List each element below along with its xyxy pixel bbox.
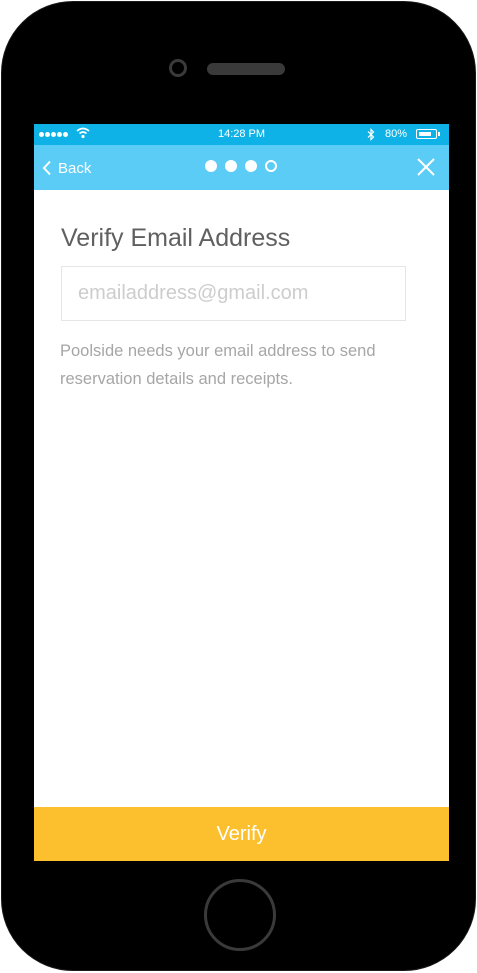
phone-frame: 14:28 PM 80% Back Verify Email Address e… xyxy=(1,1,476,971)
progress-dot-pending xyxy=(265,160,277,172)
chevron-left-icon xyxy=(42,160,51,176)
battery-icon xyxy=(416,129,440,139)
progress-dot-completed xyxy=(225,160,237,172)
step-progress-indicator xyxy=(205,160,277,172)
close-icon[interactable] xyxy=(416,157,436,177)
verify-button[interactable]: Verify xyxy=(34,807,449,861)
front-camera xyxy=(169,59,187,77)
status-bar: 14:28 PM 80% xyxy=(34,124,449,145)
earpiece-speaker xyxy=(207,63,285,75)
navigation-bar: Back xyxy=(34,145,449,190)
progress-dot-completed xyxy=(205,160,217,172)
page-title: Verify Email Address xyxy=(61,224,291,252)
app-screen: 14:28 PM 80% Back Verify Email Address e… xyxy=(34,124,449,861)
helper-text: Poolside needs your email address to sen… xyxy=(60,342,376,388)
email-field[interactable] xyxy=(61,266,406,321)
back-button[interactable]: Back xyxy=(42,157,91,179)
home-button[interactable] xyxy=(204,879,276,951)
back-label: Back xyxy=(58,159,92,177)
bluetooth-icon xyxy=(367,128,375,141)
progress-dot-completed xyxy=(245,160,257,172)
battery-percentage: 80% xyxy=(385,128,408,140)
